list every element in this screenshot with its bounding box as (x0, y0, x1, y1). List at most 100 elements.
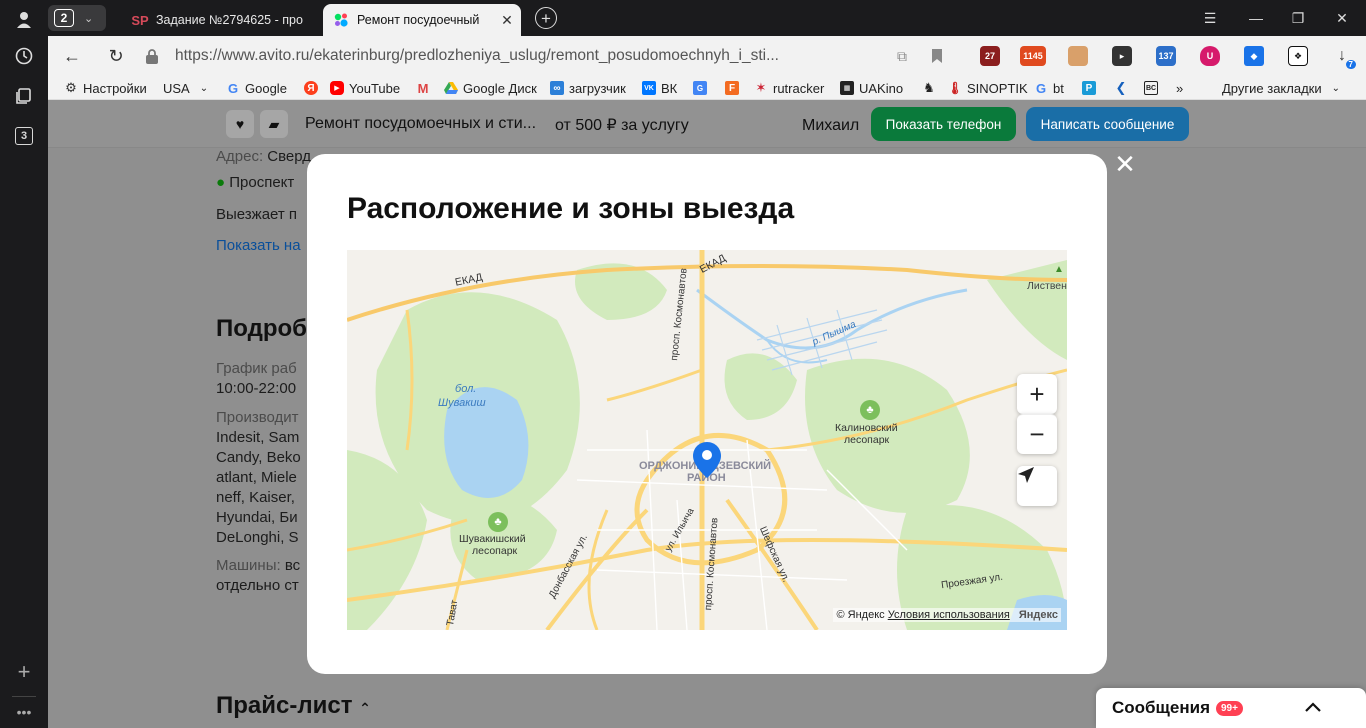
zoom-in-button[interactable]: + (1017, 374, 1057, 414)
bookmark-usa[interactable]: USA ⌄ (163, 79, 208, 97)
uakino-icon: ▦ (840, 81, 854, 95)
downloads-icon[interactable]: ↓ 7 (1332, 46, 1356, 69)
location-pin-icon[interactable] (693, 442, 721, 478)
extension-badge: 27 (984, 51, 995, 61)
note-button[interactable]: ▰ (260, 110, 288, 138)
lock-icon (145, 48, 161, 64)
price-list-heading[interactable]: Прайс-лист ⌃ (216, 692, 371, 720)
geolocation-button[interactable] (1017, 466, 1057, 506)
bookmark-bc[interactable]: BC (1144, 79, 1163, 97)
chevron-down-icon: ⌄ (199, 82, 209, 94)
bookmark-settings[interactable]: ⚙ Настройки (64, 79, 147, 97)
ublock-icon[interactable]: U (1200, 46, 1220, 66)
gem-icon[interactable]: ◆ (1244, 46, 1264, 66)
bookmark-label: Google (245, 80, 287, 96)
bookmark-google-drive[interactable]: Google Диск (444, 79, 537, 97)
bookmark-yandex[interactable]: Я (304, 79, 323, 97)
bookmark-bt[interactable]: Gbt (1034, 79, 1064, 97)
bookmark-label: ВК (661, 80, 678, 96)
park-icon: ♣ (860, 400, 880, 420)
bookmark-p[interactable]: P (1082, 79, 1101, 97)
close-window-icon[interactable]: ✕ (1330, 6, 1354, 30)
show-phone-button[interactable]: Показать телефон (871, 107, 1016, 141)
extension-tag-icon[interactable]: ▸ (1112, 46, 1132, 66)
extension-27-icon[interactable]: 27 (980, 46, 1000, 66)
tab-avito[interactable]: Ремонт посудоечный ✕ (323, 4, 521, 36)
collections-icon[interactable] (12, 84, 36, 108)
bookmark-chess[interactable]: ♞ (922, 79, 941, 97)
favorite-button[interactable]: ♥ (226, 110, 254, 138)
new-tab-icon[interactable]: + (535, 7, 557, 29)
p-icon: P (1082, 81, 1096, 95)
overflow-icon: » (1176, 80, 1184, 96)
bookmark-label: UAKino (859, 80, 904, 96)
bookmark-flutter[interactable]: ❮ (1114, 79, 1133, 97)
tab-group[interactable]: 2 ⌄ (48, 5, 106, 31)
minimize-icon[interactable]: — (1244, 6, 1268, 30)
bookmark-google[interactable]: G Google (226, 79, 287, 97)
schedule-value: 10:00-22:00 (216, 380, 297, 397)
google-icon: G (1035, 80, 1047, 96)
bookmark-other[interactable]: Другие закладки ⌄ (1222, 79, 1340, 97)
bookmark-label: Google Диск (463, 80, 537, 96)
bookmark-youtube[interactable]: ▶ YouTube (330, 79, 400, 97)
chevron-up-icon[interactable] (1302, 696, 1324, 718)
more-icon[interactable]: ••• (12, 700, 36, 724)
map-copyright: © Яндекс (836, 609, 885, 621)
bookmark-f[interactable]: F (725, 79, 744, 97)
bookmark-translate[interactable]: G (693, 79, 712, 97)
profile-icon[interactable] (12, 8, 36, 32)
bookmark-rutracker[interactable]: ✶ rutracker (754, 79, 825, 97)
listing-title: Ремонт посудомоечных и сти... (305, 115, 537, 132)
back-icon[interactable]: ← (60, 44, 84, 68)
manufacturers-line: DeLonghi, S (216, 529, 299, 546)
close-tab-icon[interactable]: ✕ (497, 12, 517, 29)
bookmark-sinoptik[interactable]: 🌡︎ SINOPTIK (947, 79, 1028, 97)
messages-panel[interactable]: Сообщения 99+ (1096, 688, 1366, 728)
address-value: Сверд (267, 148, 312, 165)
address-label: Адрес: (216, 148, 264, 165)
sticky-listing-bar: ♥ ▰ Ремонт посудомоечных и сти... от 500… (48, 100, 1366, 148)
bookmark-label: SINOPTIK (967, 80, 1028, 96)
gear-icon: ⚙ (65, 80, 77, 95)
extension-137-icon[interactable]: 137 (1156, 46, 1176, 66)
infinity-icon: ∞ (550, 81, 564, 95)
bookmark-gmail[interactable]: M (416, 79, 435, 97)
bookmark-label: YouTube (349, 80, 401, 96)
extension-face-icon[interactable] (1068, 46, 1088, 66)
map-attribution: © Яндекс Условия использования Яндекс (833, 608, 1061, 622)
bookmark-icon[interactable] (925, 44, 949, 68)
bookmark-label: USA (163, 80, 190, 96)
show-on-map-link[interactable]: Показать на (216, 237, 301, 254)
restore-icon[interactable]: ❐ (1286, 6, 1310, 30)
history-icon[interactable] (12, 44, 36, 68)
tabs-count-icon[interactable]: 3 (15, 127, 33, 145)
yandex-icon: Я (304, 81, 318, 95)
bookmark-label: rutracker (773, 80, 825, 96)
bookmark-uakino[interactable]: ▦ UAKino (840, 79, 903, 97)
bookmarks-overflow[interactable]: » (1176, 79, 1183, 97)
seller-name[interactable]: Михаил (802, 117, 859, 135)
menu-icon[interactable]: ☰ (1198, 6, 1222, 30)
manufacturers-line: Indesit, Sam (216, 429, 300, 446)
zoom-out-button[interactable]: − (1017, 414, 1057, 454)
extension-1145-icon[interactable]: 1145 (1020, 46, 1046, 66)
tab-zadanie[interactable]: SP Задание №2794625 - про (130, 4, 318, 36)
bookmark-downloader[interactable]: ∞ загрузчик (550, 79, 626, 97)
add-panel-icon[interactable]: + (12, 659, 36, 684)
reload-icon[interactable]: ↻ (104, 44, 128, 68)
manufacturers-line: Hyundai, Би (216, 509, 298, 526)
map-terms-link[interactable]: Условия использования (888, 609, 1010, 621)
map-label-shuvakish-1: Шувакишский (459, 533, 526, 545)
url-field[interactable]: https://www.avito.ru/ekaterinburg/predlo… (145, 43, 905, 69)
close-modal-icon[interactable]: ✕ (1113, 149, 1137, 179)
details-heading: Подроб (216, 315, 307, 342)
bookmark-vk[interactable]: VK ВК (642, 79, 677, 97)
reader-icon[interactable]: ⧉ (890, 44, 914, 68)
map[interactable]: ЕКАД ЕКАД просп. Космонавтов р. Пышма Ли… (347, 250, 1067, 630)
bookmark-label: Другие закладки (1222, 80, 1322, 96)
extension-puzzle-icon[interactable]: ❖ (1288, 46, 1308, 66)
write-message-button[interactable]: Написать сообщение (1026, 107, 1189, 141)
browser-sidebar: 3 + ••• (0, 0, 48, 728)
bc-icon: BC (1144, 81, 1158, 95)
